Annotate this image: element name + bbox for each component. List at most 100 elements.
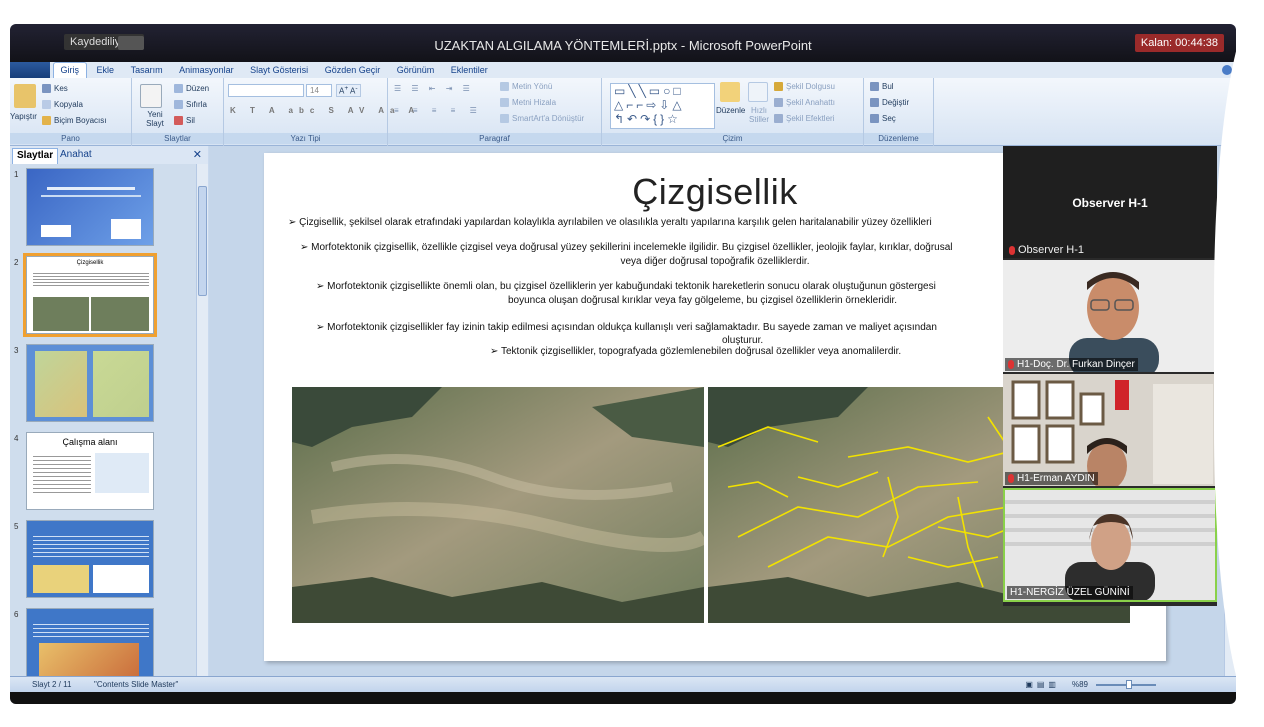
list-buttons[interactable]: ☰ ☰ ⇤ ⇥ ☰	[394, 84, 474, 93]
tab-outline[interactable]: Anahat	[56, 148, 96, 164]
fill-bucket-icon	[774, 82, 783, 92]
thumb-logo	[41, 225, 71, 237]
slide-thumbnail[interactable]: Çalışma alanı	[26, 432, 154, 510]
grow-font-button[interactable]: A+ A-	[336, 84, 361, 97]
find-button[interactable]: Bul	[870, 82, 894, 92]
quick-styles-button[interactable]: Hızlı Stiller	[744, 106, 774, 124]
slide-number: 4	[14, 434, 19, 443]
slide-thumbnail[interactable]	[26, 168, 154, 246]
participant-video	[1005, 490, 1215, 600]
thumb-text-line	[41, 195, 141, 197]
participant-name: H1-Doç. Dr. Furkan Dinçer	[1005, 358, 1138, 371]
copy-button[interactable]: Kopyala	[42, 100, 83, 110]
align-text-button[interactable]: Metni Hizala	[500, 98, 556, 108]
shapes-gallery[interactable]: ▭╲╲▭○□ △⌐⌐⇨⇩△ ↰↶↷{}☆	[610, 83, 715, 129]
bullet-3[interactable]: ➢ Morfotektonik çizgisellikte önemli ola…	[316, 281, 936, 292]
replace-button[interactable]: Değiştir	[870, 98, 909, 108]
arrange-icon[interactable]	[720, 82, 740, 102]
shape-outline-button[interactable]: Şekil Anahattı	[774, 98, 835, 108]
group-duzenleme: Bul Değiştir Seç Düzenleme	[864, 78, 934, 146]
shape-fill-button[interactable]: Şekil Dolgusu	[774, 82, 835, 92]
scissors-icon	[42, 84, 51, 94]
cut-button[interactable]: Kes	[42, 84, 68, 94]
bullet-3-cont[interactable]: boyunca oluşan doğrusal kırıklar veya fa…	[508, 295, 897, 306]
bullet-1[interactable]: ➢ Çizgisellik, şekilsel olarak etrafında…	[288, 217, 932, 228]
thumbnails-scrollbar[interactable]	[196, 164, 208, 676]
paste-icon[interactable]	[14, 84, 36, 108]
participant-name: H1-Erman AYDIN	[1005, 472, 1098, 485]
slide-thumbnail[interactable]	[26, 344, 154, 422]
reset-button[interactable]: Sıfırla	[174, 100, 207, 110]
observer-name: Observer H-1	[1072, 196, 1148, 210]
bullet-4-cont[interactable]: oluşturur.	[722, 335, 763, 346]
group-label: Pano	[10, 133, 131, 144]
delete-icon	[174, 116, 183, 126]
new-slide-icon[interactable]	[140, 84, 162, 108]
window-title: UZAKTAN ALGILAMA YÖNTEMLERİ.pptx - Micro…	[434, 38, 812, 53]
observer-tile[interactable]: Observer H-1 Observer H-1	[1003, 146, 1217, 258]
tab-gorunum[interactable]: Görünüm	[390, 63, 442, 79]
binoculars-icon	[870, 82, 879, 92]
panel-tabs: Slaytlar Anahat ✕	[10, 146, 208, 164]
close-icon[interactable]: ✕	[193, 148, 202, 161]
group-label: Paragraf	[388, 133, 601, 144]
participant-video	[1003, 374, 1217, 486]
tab-eklentiler[interactable]: Eklentiler	[444, 63, 495, 79]
group-label: Yazı Tipi	[224, 133, 387, 144]
font-name-field[interactable]	[228, 84, 304, 97]
text-direction-button[interactable]: Metin Yönü	[500, 82, 552, 92]
status-bar: Slayt 2 / 11 "Contents Slide Master" ▣▤▥…	[10, 676, 1236, 692]
remaining-time-badge: Kalan: 00:44:38	[1134, 34, 1224, 52]
smartart-icon	[500, 114, 509, 124]
tab-slayt-gosterisi[interactable]: Slayt Gösterisi	[243, 63, 315, 79]
slide-number: 2	[14, 258, 19, 267]
thumb-title: Çizgisellik	[76, 260, 104, 266]
scrollbar-thumb[interactable]	[198, 186, 207, 296]
participant-tile[interactable]: H1-Doç. Dr. Furkan Dinçer	[1003, 260, 1217, 372]
tab-animasyonlar[interactable]: Animasyonlar	[172, 63, 241, 79]
bullet-5[interactable]: ➢ Tektonik çizgisellikler, topografyada …	[490, 346, 901, 357]
thumb-text-lines	[33, 271, 149, 287]
tab-giris[interactable]: Giriş	[52, 62, 88, 78]
office-button[interactable]	[10, 62, 50, 78]
layout-button[interactable]: Düzen	[174, 84, 209, 94]
tab-slides[interactable]: Slaytlar	[12, 148, 59, 164]
select-button[interactable]: Seç	[870, 114, 896, 124]
zoom-level[interactable]: %89	[1072, 680, 1088, 689]
smartart-button[interactable]: SmartArt'a Dönüştür	[500, 114, 584, 124]
format-painter-button[interactable]: Biçim Boyacısı	[42, 116, 106, 126]
align-buttons[interactable]: ≡ ≡ ≡ ≡ ☰	[394, 106, 483, 115]
view-buttons[interactable]: ▣▤▥	[1025, 680, 1060, 689]
slide-thumbnail-selected[interactable]: Çizgisellik	[23, 253, 157, 337]
quick-styles-icon[interactable]	[748, 82, 768, 102]
participant-tile-active-speaker[interactable]: H1-NERGİZ ÜZEL GÜNİNİ	[1003, 488, 1217, 602]
thumb-image	[35, 351, 87, 417]
taskbar	[10, 692, 1236, 704]
participant-tile[interactable]: H1-Erman AYDIN	[1003, 374, 1217, 486]
shape-effects-button[interactable]: Şekil Efektleri	[774, 114, 834, 124]
reset-icon	[174, 100, 183, 110]
arrange-button[interactable]: Düzenle	[716, 106, 745, 115]
font-size-field[interactable]: 14	[306, 84, 332, 97]
tab-ekle[interactable]: Ekle	[90, 63, 122, 79]
slide-thumbnail[interactable]	[26, 520, 154, 598]
group-label: Çizim	[602, 133, 863, 144]
copy-icon	[42, 100, 51, 110]
dem-map-left[interactable]	[292, 387, 704, 623]
slide-thumbnail[interactable]	[26, 608, 154, 676]
thumb-map	[95, 453, 149, 493]
tab-gozden-gecir[interactable]: Gözden Geçir	[318, 63, 388, 79]
new-slide-button[interactable]: Yeni Slayt	[138, 110, 172, 128]
ribbon-tabs: Giriş Ekle Tasarım Animasyonlar Slayt Gö…	[10, 62, 1236, 78]
group-label: Düzenleme	[864, 133, 933, 144]
paste-button[interactable]: Yapıştır	[10, 112, 37, 121]
zoom-slider-knob[interactable]	[1126, 680, 1132, 689]
group-paragraf: ☰ ☰ ⇤ ⇥ ☰ ≡ ≡ ≡ ≡ ☰ Metin Yönü Metni Hiz…	[388, 78, 602, 146]
layout-icon	[174, 84, 183, 94]
tab-tasarim[interactable]: Tasarım	[124, 63, 170, 79]
delete-slide-button[interactable]: Sil	[174, 116, 195, 126]
brush-icon	[42, 116, 51, 126]
bullet-4[interactable]: ➢ Morfotektonik çizgisellikler fay izini…	[316, 322, 937, 333]
align-text-icon	[500, 98, 509, 108]
bullet-2[interactable]: ➢ Morfotektonik çizgisellik, özellikle ç…	[300, 242, 953, 253]
